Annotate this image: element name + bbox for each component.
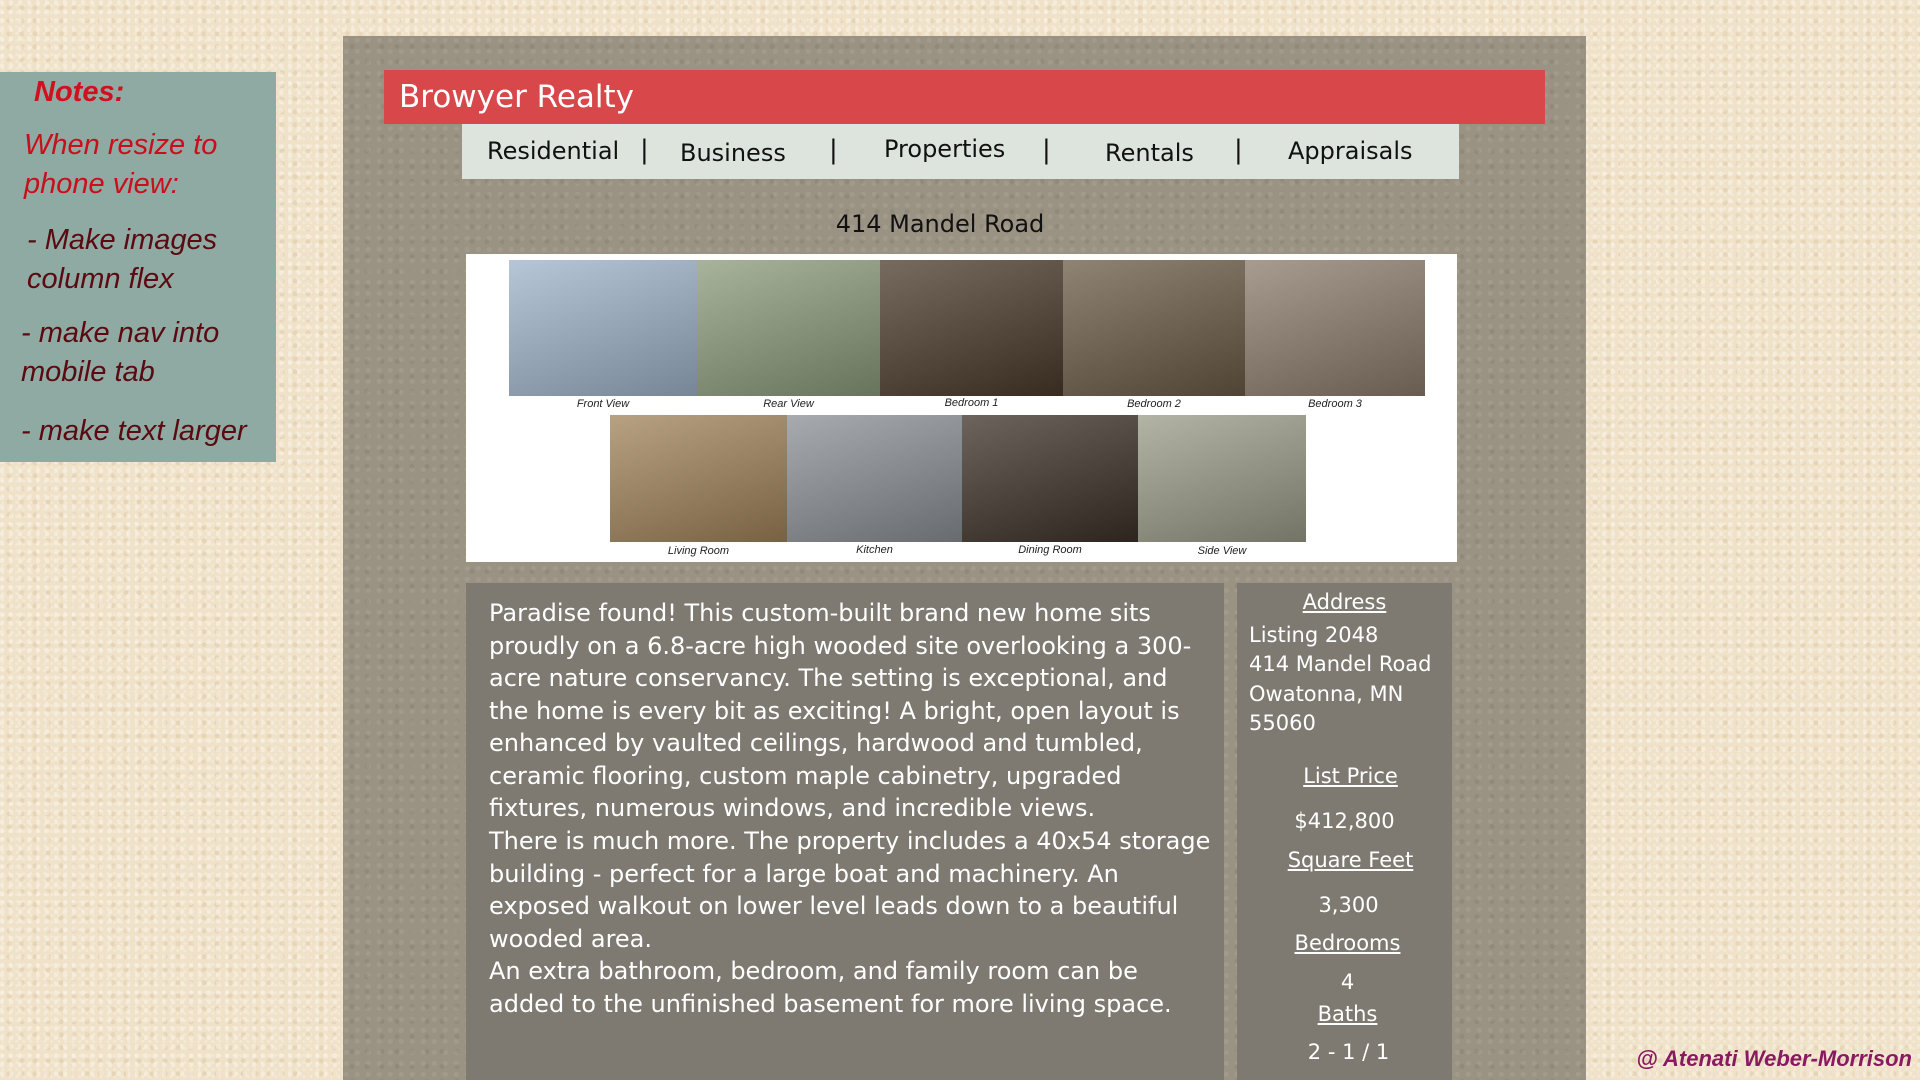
- photo-caption: Rear View: [763, 398, 814, 410]
- listing-heading: 414 Mandel Road: [835, 210, 1045, 238]
- photo-gallery: Front View Rear View Bedroom 1 Bedroom 2…: [466, 254, 1457, 562]
- address-label: Address: [1302, 590, 1387, 614]
- baths-label: Baths: [1317, 1002, 1378, 1026]
- baths-value: 2 - 1 / 1: [1307, 1040, 1390, 1064]
- photo-bedroom-3[interactable]: [1245, 260, 1425, 396]
- photo-caption: Bedroom 3: [1308, 398, 1362, 410]
- photo-caption: Bedroom 1: [944, 397, 999, 409]
- address-line: 414 Mandel Road: [1249, 652, 1432, 676]
- photo-dining-room[interactable]: [962, 415, 1138, 542]
- photo-front-view[interactable]: [509, 260, 697, 396]
- photo-kitchen[interactable]: [787, 415, 962, 542]
- main-nav: Residential | Business | Properties | Re…: [462, 124, 1459, 179]
- sqft-label: Square Feet: [1287, 848, 1414, 872]
- photo-bedroom-1[interactable]: [880, 260, 1063, 396]
- nav-item-appraisals[interactable]: Appraisals: [1288, 137, 1413, 165]
- notes-panel: Notes: When resize to phone view: - Make…: [0, 72, 276, 462]
- photo-bedroom-2[interactable]: [1063, 260, 1245, 396]
- nav-item-business[interactable]: Business: [680, 139, 786, 167]
- photo-caption: Dining Room: [1018, 544, 1082, 556]
- photo-side-view[interactable]: [1138, 415, 1306, 542]
- address-line: 55060: [1249, 711, 1316, 735]
- description-paragraph: Paradise found! This custom-built brand …: [489, 599, 1192, 822]
- photo-caption: Front View: [576, 398, 630, 410]
- nav-item-residential[interactable]: Residential: [487, 137, 619, 165]
- nav-item-rentals[interactable]: Rentals: [1105, 139, 1194, 167]
- address-line: Listing 2048: [1249, 623, 1379, 647]
- address-line: Owatonna, MN: [1249, 682, 1404, 706]
- notes-title: Notes:: [34, 76, 125, 108]
- nav-separator: |: [640, 135, 649, 165]
- bedrooms-label: Bedrooms: [1294, 931, 1401, 955]
- description-paragraph: An extra bathroom, bedroom, and family r…: [489, 957, 1172, 1018]
- listing-facts: Address Listing 2048 414 Mandel Road Owa…: [1237, 583, 1452, 1080]
- photo-caption: Living Room: [667, 545, 730, 557]
- author-credit: @ Atenati Weber-Morrison: [1636, 1046, 1912, 1071]
- notes-subtitle: When resize to phone view:: [24, 129, 218, 200]
- bedrooms-value: 4: [1340, 970, 1355, 994]
- site-title: Browyer Realty: [399, 79, 634, 115]
- description-paragraph: There is much more. The property include…: [489, 827, 1211, 953]
- price-label: List Price: [1303, 764, 1398, 788]
- photo-living-room[interactable]: [610, 415, 787, 542]
- notes-item: - make nav into mobile tab: [21, 317, 220, 388]
- photo-caption: Kitchen: [856, 544, 893, 556]
- photo-caption: Bedroom 2: [1127, 398, 1181, 410]
- listing-description: Paradise found! This custom-built brand …: [466, 583, 1224, 1080]
- sqft-value: 3,300: [1318, 893, 1379, 917]
- nav-separator: |: [1234, 135, 1243, 165]
- price-value: $412,800: [1294, 809, 1395, 833]
- site-header: Browyer Realty: [384, 70, 1545, 124]
- nav-item-properties[interactable]: Properties: [884, 135, 1005, 163]
- photo-rear-view[interactable]: [697, 260, 880, 396]
- notes-item: - make text larger: [21, 415, 247, 447]
- nav-separator: |: [829, 135, 838, 165]
- photo-caption: Side View: [1197, 545, 1247, 557]
- nav-separator: |: [1042, 135, 1051, 165]
